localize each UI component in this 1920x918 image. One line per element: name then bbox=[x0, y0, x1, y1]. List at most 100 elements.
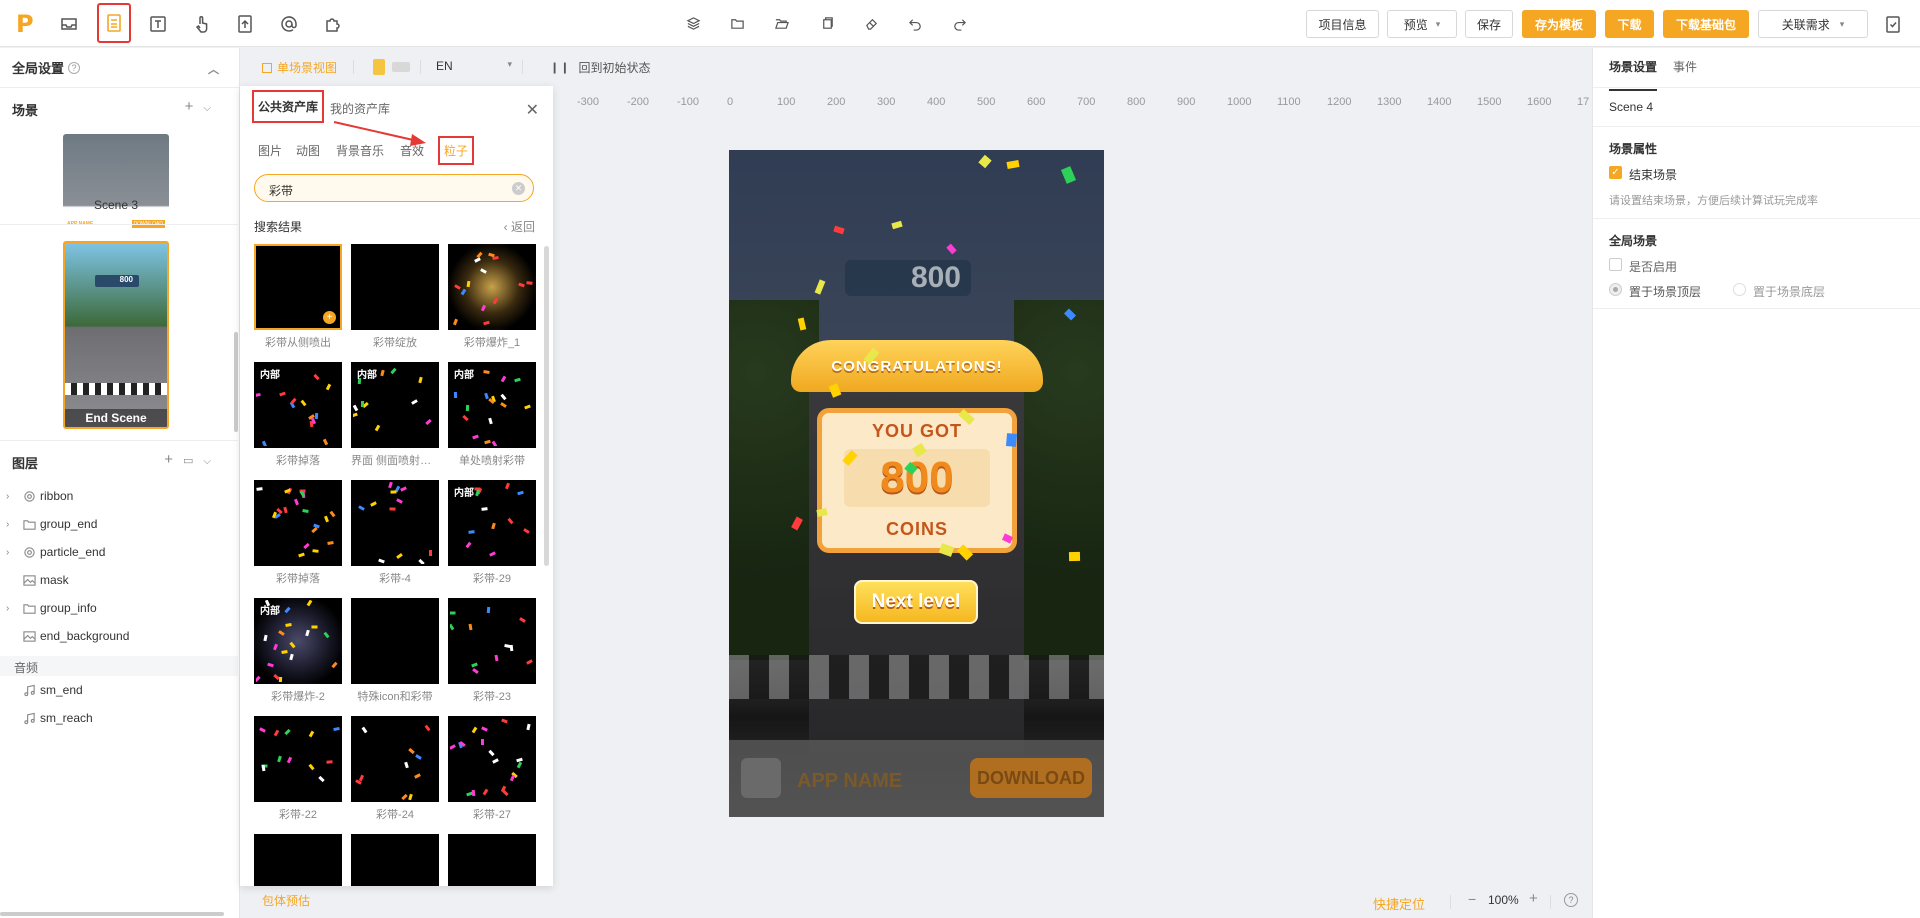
mention-icon[interactable] bbox=[276, 11, 302, 37]
asset-thumbnail[interactable]: 内部 bbox=[448, 362, 536, 448]
project-info-button[interactable]: 项目信息 bbox=[1306, 10, 1379, 38]
layers-icon[interactable] bbox=[684, 14, 702, 32]
layer-item[interactable]: › group_info bbox=[0, 594, 238, 622]
asset-item[interactable]: 内部 单处喷射彩带 bbox=[448, 362, 536, 468]
asset-thumbnail[interactable] bbox=[351, 244, 439, 330]
inbox-icon[interactable] bbox=[56, 11, 82, 37]
asset-thumbnail[interactable] bbox=[351, 716, 439, 802]
chevron-down-icon[interactable]: ⌵ bbox=[203, 103, 221, 114]
end-scene-thumbnail[interactable]: 800 End Scene bbox=[63, 241, 169, 429]
asset-item[interactable]: 彩带-4 bbox=[351, 480, 439, 586]
chevron-right-icon[interactable]: › bbox=[6, 603, 9, 614]
folder-icon[interactable] bbox=[728, 14, 746, 32]
asset-item[interactable]: 彩带绽放 bbox=[351, 244, 439, 350]
category-images[interactable]: 图片 bbox=[258, 142, 282, 159]
category-gifs[interactable]: 动图 bbox=[296, 142, 320, 159]
asset-thumbnail[interactable]: 内部 bbox=[254, 598, 342, 684]
redo-icon[interactable] bbox=[950, 14, 968, 32]
plugin-icon[interactable] bbox=[320, 11, 346, 37]
top-layer-radio[interactable] bbox=[1609, 283, 1622, 296]
download-button[interactable]: 下载 bbox=[1605, 10, 1654, 38]
category-sfx[interactable]: 音效 bbox=[400, 142, 424, 159]
asset-thumbnail[interactable] bbox=[448, 716, 536, 802]
single-scene-view[interactable]: 单场景视图 bbox=[262, 59, 337, 76]
related-dropdown[interactable]: 关联需求 ▾ bbox=[1758, 10, 1868, 38]
asset-item[interactable]: 彩带-23 bbox=[448, 598, 536, 704]
layer-item[interactable]: mask bbox=[0, 566, 238, 594]
reset-state-button[interactable]: ❙❙ 回到初始状态 bbox=[550, 59, 650, 76]
asset-thumbnail[interactable]: 内部 bbox=[351, 362, 439, 448]
help-icon[interactable]: ? bbox=[1564, 893, 1578, 907]
asset-thumbnail[interactable] bbox=[351, 480, 439, 566]
asset-thumbnail[interactable] bbox=[448, 834, 536, 886]
asset-item[interactable]: 特殊icon和彩带 bbox=[351, 598, 439, 704]
color-swatch-yellow[interactable] bbox=[373, 59, 385, 75]
end-scene-checkbox[interactable]: ✓ bbox=[1609, 166, 1622, 179]
asset-item[interactable]: 内部 彩带爆炸-2 bbox=[254, 598, 342, 704]
gesture-icon[interactable] bbox=[189, 11, 215, 37]
asset-item[interactable] bbox=[254, 834, 342, 886]
asset-thumbnail[interactable] bbox=[351, 834, 439, 886]
folder-open-icon[interactable] bbox=[772, 14, 790, 32]
asset-item[interactable]: 彩带-24 bbox=[351, 716, 439, 822]
language-select[interactable]: EN ▾ bbox=[436, 59, 512, 75]
zoom-in-icon[interactable]: + bbox=[1529, 890, 1538, 907]
text-icon[interactable] bbox=[145, 11, 171, 37]
download-base-button[interactable]: 下载基础包 bbox=[1663, 10, 1749, 38]
chevron-right-icon[interactable]: › bbox=[6, 491, 9, 502]
chevron-up-icon[interactable]: ︿ bbox=[208, 61, 219, 77]
audio-item[interactable]: sm_reach bbox=[0, 704, 238, 732]
asset-item[interactable] bbox=[351, 834, 439, 886]
asset-item[interactable]: + 彩带从侧喷出 bbox=[254, 244, 342, 350]
add-layer-icon[interactable]: + bbox=[164, 451, 183, 468]
asset-item[interactable]: 彩带掉落 bbox=[254, 480, 342, 586]
add-scene-icon[interactable]: + bbox=[185, 98, 204, 115]
bottom-scrollbar[interactable] bbox=[0, 912, 224, 916]
preview-dropdown[interactable]: 预览 ▾ bbox=[1387, 10, 1457, 38]
eraser-icon[interactable] bbox=[862, 14, 880, 32]
layout-icon[interactable] bbox=[97, 3, 131, 43]
asset-thumbnail[interactable] bbox=[254, 716, 342, 802]
chevron-down-icon[interactable]: ⌵ bbox=[203, 456, 221, 467]
tab-public-assets[interactable]: 公共资产库 bbox=[252, 90, 325, 123]
scene-3-thumbnail[interactable]: APP NAME DOWNLOAD bbox=[63, 134, 169, 236]
asset-item[interactable]: 内部 界面 侧面喷射彩带 bbox=[351, 362, 439, 468]
left-scrollbar[interactable] bbox=[234, 332, 238, 432]
quick-locate-link[interactable]: 快捷定位 bbox=[1373, 894, 1425, 913]
checklist-icon[interactable] bbox=[1880, 11, 1906, 37]
audio-item[interactable]: sm_end bbox=[0, 676, 238, 704]
package-estimate-link[interactable]: 包体预估 bbox=[262, 892, 310, 909]
asset-thumbnail[interactable] bbox=[448, 244, 536, 330]
copy-icon[interactable] bbox=[818, 14, 836, 32]
asset-thumbnail[interactable]: 内部 bbox=[448, 480, 536, 566]
color-swatch-gray[interactable] bbox=[392, 62, 410, 72]
undo-icon[interactable] bbox=[906, 14, 924, 32]
new-folder-icon[interactable]: ▭ bbox=[183, 455, 203, 467]
layer-item[interactable]: › particle_end bbox=[0, 538, 238, 566]
upload-icon[interactable] bbox=[232, 11, 258, 37]
layer-item[interactable]: › ribbon bbox=[0, 482, 238, 510]
layer-item[interactable]: end_background bbox=[0, 622, 238, 650]
save-template-button[interactable]: 存为模板 bbox=[1522, 10, 1596, 38]
add-icon[interactable]: + bbox=[323, 311, 336, 324]
category-bgm[interactable]: 背景音乐 bbox=[336, 142, 384, 159]
next-level-button[interactable]: Next level bbox=[854, 580, 978, 624]
asset-item[interactable] bbox=[448, 834, 536, 886]
asset-thumbnail[interactable] bbox=[254, 834, 342, 886]
asset-scrollbar[interactable] bbox=[544, 246, 549, 566]
close-icon[interactable]: ✕ bbox=[526, 100, 539, 120]
enable-checkbox[interactable] bbox=[1609, 258, 1622, 271]
asset-item[interactable]: 内部 彩带掉落 bbox=[254, 362, 342, 468]
global-settings-header[interactable]: 全局设置 ? ︿ bbox=[0, 48, 239, 88]
back-button[interactable]: ‹ 返回 bbox=[504, 218, 535, 235]
tab-events[interactable]: 事件 bbox=[1673, 58, 1697, 75]
asset-item[interactable]: 彩带爆炸_1 bbox=[448, 244, 536, 350]
asset-thumbnail[interactable] bbox=[351, 598, 439, 684]
asset-item[interactable]: 彩带-22 bbox=[254, 716, 342, 822]
zoom-out-icon[interactable]: − bbox=[1468, 891, 1476, 907]
asset-item[interactable]: 彩带-27 bbox=[448, 716, 536, 822]
asset-thumbnail[interactable]: + bbox=[254, 244, 342, 330]
footer-download-button[interactable]: DOWNLOAD bbox=[970, 758, 1092, 798]
clear-icon[interactable]: ✕ bbox=[512, 182, 525, 195]
asset-thumbnail[interactable] bbox=[448, 598, 536, 684]
